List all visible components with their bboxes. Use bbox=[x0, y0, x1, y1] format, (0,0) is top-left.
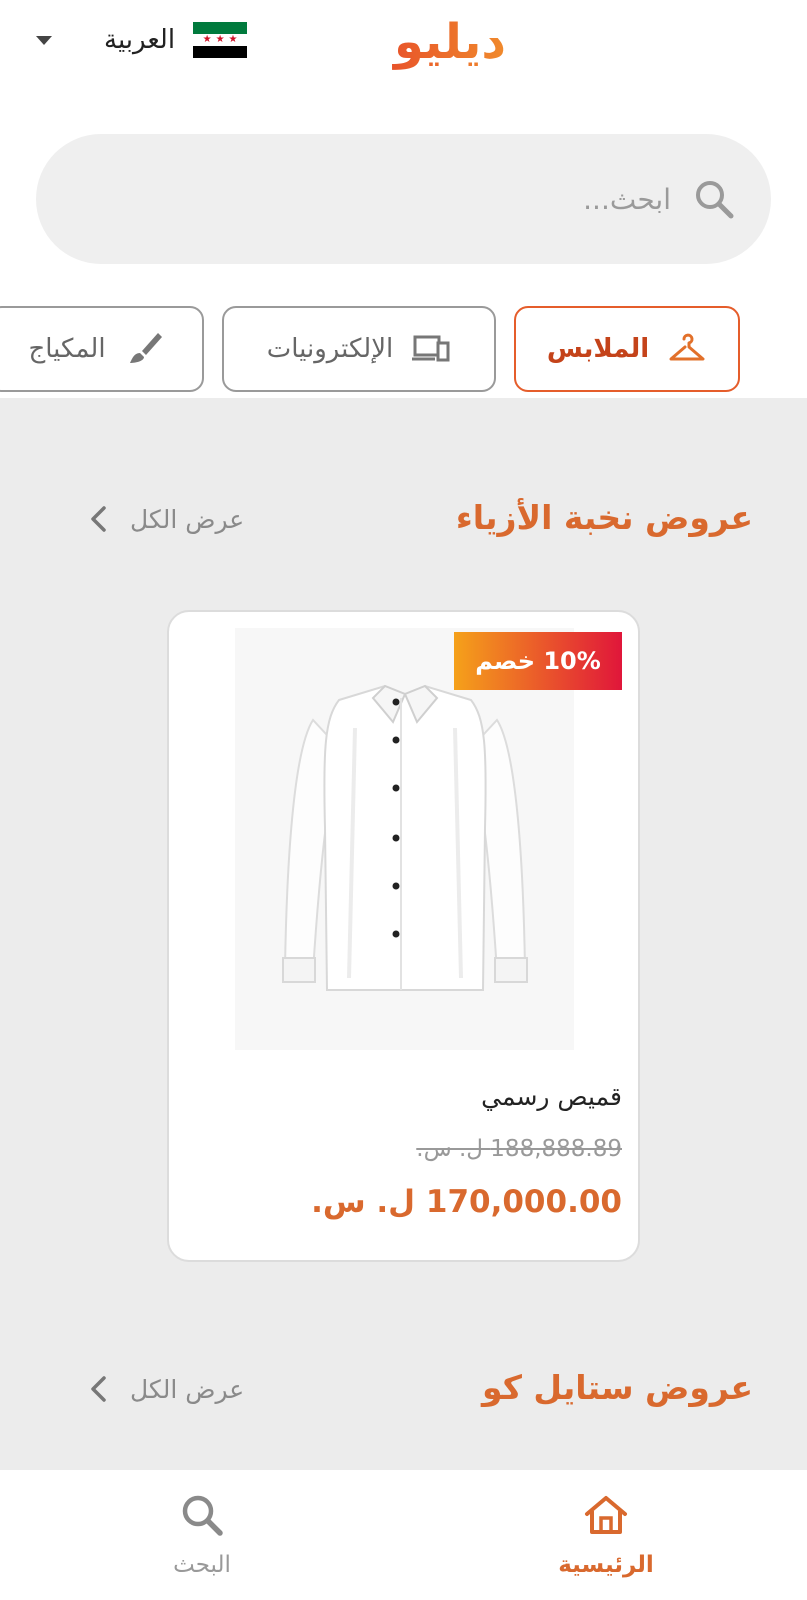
language-selector[interactable]: العربية ★ ★ ★ bbox=[36, 22, 248, 58]
product-image[interactable] bbox=[235, 628, 574, 1050]
section-title: عروض ستايل كو bbox=[482, 1368, 753, 1407]
discount-badge: 10% خصم bbox=[454, 632, 622, 690]
category-label: الإلكترونيات bbox=[266, 334, 394, 364]
nav-home-label[interactable]: الرئيسية bbox=[558, 1552, 654, 1578]
dropdown-caret-icon[interactable] bbox=[36, 35, 52, 45]
chevron-left-icon bbox=[91, 1376, 106, 1402]
language-label[interactable]: العربية bbox=[104, 25, 175, 55]
shirt-image bbox=[282, 684, 528, 991]
section-title: عروض نخبة الأزياء bbox=[455, 498, 753, 537]
bottom-nav: الرئيسية البحث bbox=[0, 1470, 807, 1600]
category-label: الملابس bbox=[546, 334, 650, 364]
category-tabs: الملابس الإلكترونيات المكياج bbox=[0, 306, 807, 394]
search-input[interactable]: ابحث... bbox=[583, 183, 671, 216]
devices-icon bbox=[412, 335, 450, 362]
view-all-link[interactable]: عرض الكل bbox=[88, 1374, 244, 1404]
nav-search[interactable]: البحث bbox=[122, 1490, 282, 1578]
product-old-price: 188,888.89 ل. س. bbox=[416, 1136, 622, 1162]
search-bar[interactable]: ابحث... bbox=[36, 134, 771, 264]
hanger-icon bbox=[669, 333, 705, 361]
section-header-style-co: عروض ستايل كو عرض الكل bbox=[0, 1368, 807, 1428]
offers-content: عروض نخبة الأزياء عرض الكل 10% خصم قميص … bbox=[0, 398, 807, 1470]
brush-icon bbox=[129, 333, 162, 363]
app-logo[interactable]: ديليو bbox=[330, 6, 570, 86]
search-icon bbox=[696, 181, 734, 219]
syria-flag-icon: ★ ★ ★ bbox=[193, 22, 248, 58]
nav-home[interactable]: الرئيسية bbox=[526, 1490, 686, 1578]
home-icon bbox=[585, 1496, 627, 1534]
category-chip-electronics[interactable]: الإلكترونيات bbox=[222, 306, 496, 392]
category-label: المكياج bbox=[28, 334, 106, 364]
category-chip-clothes[interactable]: الملابس bbox=[514, 306, 740, 392]
search-icon bbox=[182, 1495, 223, 1536]
section-header-fashion: عروض نخبة الأزياء عرض الكل bbox=[0, 498, 807, 558]
product-price: 170,000.00 ل. س. bbox=[311, 1184, 622, 1220]
product-card[interactable]: 10% خصم قميص رسمي 188,888.89 ل. س. 170,0… bbox=[167, 610, 640, 1262]
view-all-label[interactable]: عرض الكل bbox=[130, 1375, 244, 1404]
category-chip-makeup[interactable]: المكياج bbox=[0, 306, 204, 392]
app-header: العربية ★ ★ ★ ديليو bbox=[0, 0, 807, 100]
chevron-left-icon bbox=[91, 506, 106, 532]
product-name[interactable]: قميص رسمي bbox=[481, 1082, 622, 1111]
view-all-link[interactable]: عرض الكل bbox=[88, 504, 244, 534]
view-all-label[interactable]: عرض الكل bbox=[130, 505, 244, 534]
nav-search-label[interactable]: البحث bbox=[173, 1552, 231, 1578]
logo-text: ديليو bbox=[392, 14, 506, 70]
